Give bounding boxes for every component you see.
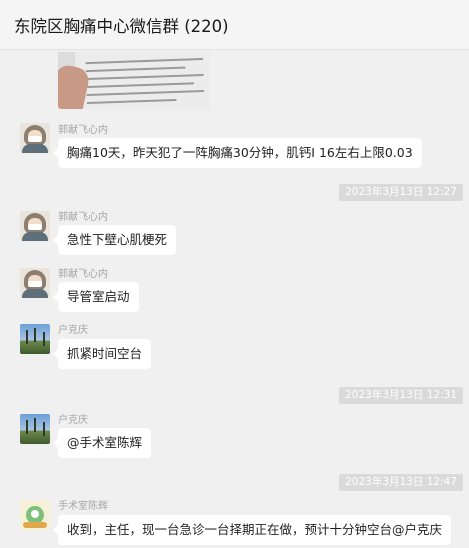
doctor-avatar-icon[interactable] — [20, 268, 50, 298]
document-photo — [74, 52, 210, 109]
sender-name: 手术室陈辉 — [58, 501, 108, 512]
message-bubble[interactable]: 收到，主任，现一台急诊一台择期正在做，预计十分钟空台@户克庆 — [52, 515, 452, 545]
message-bubble[interactable]: 胸痛10天，昨天犯了一阵胸痛30分钟，肌钙I 16左右上限0.03 — [53, 138, 422, 168]
message-bubble[interactable]: 急性下壁心肌梗死 — [52, 225, 177, 255]
group-title: 东院区胸痛中心微信群 (220) — [14, 17, 229, 36]
sender-name: 户克庆 — [58, 325, 88, 336]
image-message[interactable] — [58, 52, 210, 109]
sender-name: 郭献飞心内 — [58, 125, 108, 136]
cartoon-avatar-icon[interactable] — [20, 500, 50, 530]
message-list[interactable]: 郭献飞心内 胸痛10天，昨天犯了一阵胸痛30分钟，肌钙I 16左右上限0.03 … — [0, 50, 469, 548]
landscape-avatar-icon[interactable] — [20, 324, 50, 354]
timestamp: 2023年3月13日 12:27 — [339, 184, 463, 201]
message-bubble[interactable]: @手术室陈辉 — [52, 428, 152, 458]
sender-name: 户克庆 — [58, 415, 88, 426]
message-bubble[interactable]: 导管室启动 — [53, 282, 139, 312]
landscape-avatar-icon[interactable] — [20, 414, 50, 444]
doctor-avatar-icon[interactable] — [20, 123, 50, 153]
timestamp: 2023年3月13日 12:47 — [339, 474, 463, 491]
doctor-avatar-icon[interactable] — [20, 211, 50, 241]
chat-header: 东院区胸痛中心微信群 (220) — [0, 0, 469, 50]
timestamp: 2023年3月13日 12:31 — [339, 387, 463, 404]
message-bubble[interactable]: 抓紧时间空台 — [52, 339, 152, 369]
sender-name: 郭献飞心内 — [58, 212, 108, 223]
sender-name: 郭献飞心内 — [58, 269, 108, 280]
